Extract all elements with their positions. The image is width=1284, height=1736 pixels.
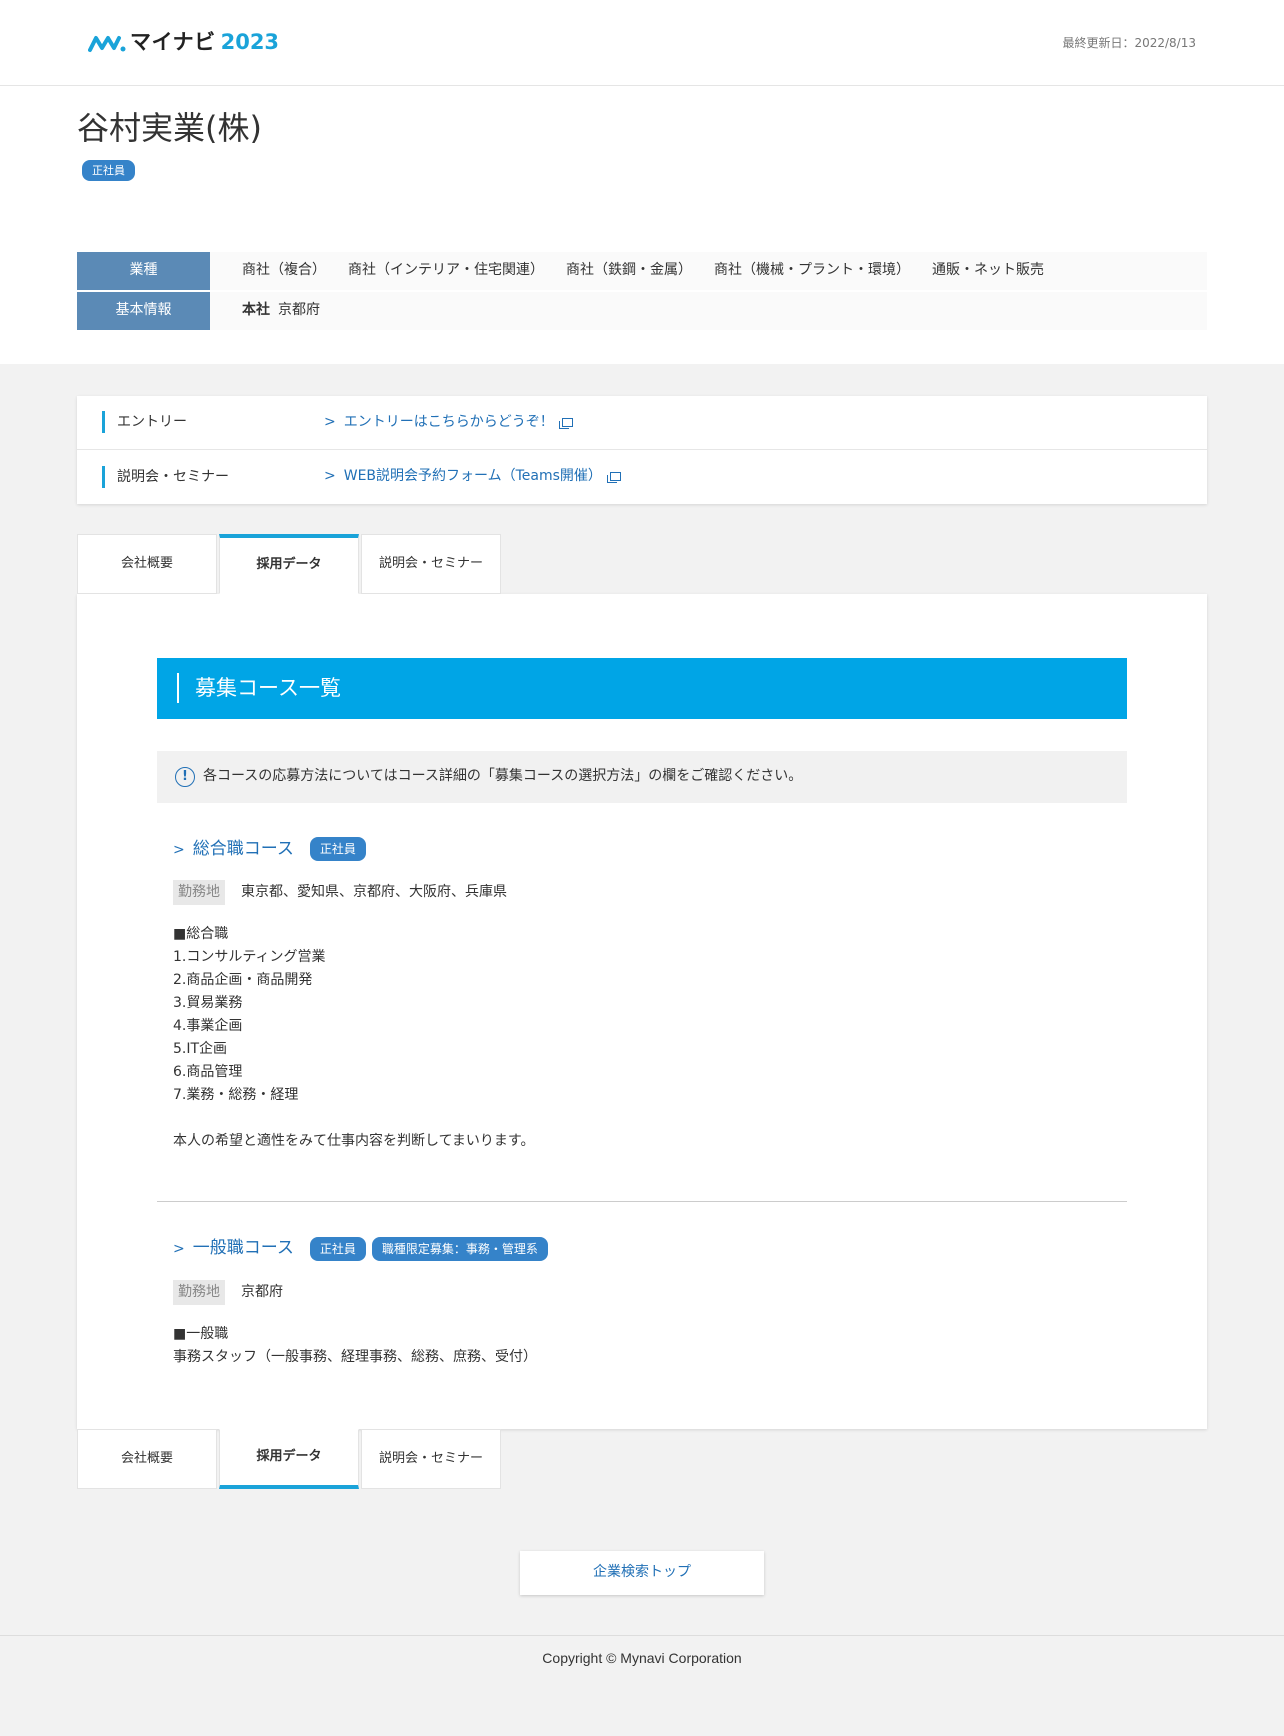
course-location: 勤務地 東京都、愛知県、京都府、大阪府、兵庫県 (173, 880, 1111, 906)
company-name: 谷村実業(株) (77, 109, 262, 147)
last-updated: 最終更新日：2022/8/13 (1062, 35, 1196, 50)
course-badge: 正社員 (309, 1236, 366, 1261)
industry-label: 業種 (77, 251, 210, 292)
employment-badge: 正社員 (82, 159, 135, 181)
seminar-label: 説明会・セミナー (102, 465, 324, 488)
course-title-link[interactable]: > 総合職コース (173, 837, 294, 863)
location-label: 勤務地 (173, 1279, 225, 1305)
industry-item: 通販・ネット販売 (932, 262, 1044, 279)
bottom-nav: 企業検索トップ (0, 1489, 1284, 1635)
seminar-row: 説明会・セミナー > WEB説明会予約フォーム（Teams開催） (77, 450, 1207, 504)
basic-info-label: 基本情報 (77, 291, 210, 332)
mynavi-logo[interactable]: マイナビ 2023 (88, 27, 279, 59)
copyright: Copyright © Mynavi Corporation (542, 1650, 742, 1667)
tab-company-overview[interactable]: 会社概要 (77, 1428, 217, 1489)
notice-box: ! 各コースの応募方法についてはコース詳細の「募集コースの選択方法」の欄をご確認… (157, 750, 1127, 803)
course-item: > 総合職コース 正社員 勤務地 東京都、愛知県、京都府、大阪府、兵庫県 ■総合職… (157, 803, 1127, 1154)
industry-values: 商社（複合） 商社（インテリア・住宅関連） 商社（鉄鋼・金属） 商社（機械・プラ… (210, 251, 1207, 292)
tab-bar-bottom: 会社概要 採用データ 説明会・セミナー (77, 1428, 1207, 1489)
course-description: ■一般職 事務スタッフ（一般事務、経理事務、総務、庶務、受付） (173, 1325, 537, 1365)
course-badge: 正社員 (309, 837, 366, 862)
logo-year: 2023 (220, 29, 280, 54)
tab-company-overview[interactable]: 会社概要 (77, 533, 217, 594)
hq-label: 本社 (242, 302, 270, 319)
chevron-right-icon: > (173, 1241, 185, 1258)
industry-row: 業種 商社（複合） 商社（インテリア・住宅関連） 商社（鉄鋼・金属） 商社（機械… (77, 251, 1207, 292)
industry-item: 商社（インテリア・住宅関連） (348, 262, 544, 279)
course-header: > 一般職コース 正社員 職種限定募集：事務・管理系 (173, 1236, 1111, 1262)
course-title-text: 一般職コース (192, 1238, 294, 1259)
entry-row: エントリー > エントリーはこちらからどうぞ！ (77, 396, 1207, 450)
main-content: エントリー > エントリーはこちらからどうぞ！ 説明会・セミナー > WEB説明… (0, 364, 1284, 1489)
industry-item: 商社（複合） (242, 262, 326, 279)
location-value: 東京都、愛知県、京都府、大阪府、兵庫県 (241, 884, 507, 901)
action-links: エントリー > エントリーはこちらからどうぞ！ 説明会・セミナー > WEB説明… (77, 395, 1207, 504)
notice-text: 各コースの応募方法についてはコース詳細の「募集コースの選択方法」の欄をご確認くだ… (203, 768, 803, 785)
course-description: ■総合職 1.コンサルティング営業 2.商品企画・商品開発 3.貿易業務 4.事… (173, 926, 535, 1150)
course-title-link[interactable]: > 一般職コース (173, 1236, 294, 1262)
section-title-text: 募集コース一覧 (177, 673, 341, 704)
footer: Copyright © Mynavi Corporation (0, 1634, 1284, 1682)
course-header: > 総合職コース 正社員 (173, 837, 1111, 863)
industry-item: 商社（機械・プラント・環境） (714, 262, 910, 279)
company-search-top-button[interactable]: 企業検索トップ (520, 1550, 764, 1595)
company-header: 谷村実業(株) 正社員 (0, 86, 1284, 181)
seminar-link-text: WEB説明会予約フォーム（Teams開催） (343, 468, 602, 485)
external-window-icon (558, 417, 573, 429)
section-title: 募集コース一覧 (157, 657, 1127, 719)
course-title-text: 総合職コース (192, 838, 294, 859)
basic-info-values: 本社 京都府 (210, 291, 1207, 332)
entry-link-text: エントリーはこちらからどうぞ！ (343, 413, 554, 430)
course-location: 勤務地 京都府 (173, 1279, 1111, 1305)
company-info-table: 業種 商社（複合） 商社（インテリア・住宅関連） 商社（鉄鋼・金属） 商社（機械… (77, 251, 1207, 332)
info-icon: ! (175, 766, 195, 787)
chevron-right-icon: > (324, 468, 336, 485)
entry-label: エントリー (102, 411, 324, 434)
chevron-right-icon: > (324, 413, 336, 430)
seminar-link[interactable]: > WEB説明会予約フォーム（Teams開催） (324, 466, 621, 487)
hq-value: 京都府 (278, 302, 320, 319)
mynavi-logo-icon (88, 35, 126, 52)
location-label: 勤務地 (173, 880, 225, 906)
tab-recruitment-data[interactable]: 採用データ (219, 533, 359, 594)
industry-item: 商社（鉄鋼・金属） (566, 262, 692, 279)
top-area: マイナビ 2023 最終更新日：2022/8/13 谷村実業(株) 正社員 業種… (0, 0, 1284, 364)
chevron-right-icon: > (173, 841, 185, 858)
tab-bar-top: 会社概要 採用データ 説明会・セミナー (77, 533, 1207, 594)
course-badge: 職種限定募集：事務・管理系 (371, 1236, 548, 1261)
external-window-icon (606, 472, 621, 484)
tab-recruitment-data[interactable]: 採用データ (219, 1428, 359, 1489)
logo-text: マイナビ (130, 29, 216, 54)
site-header: マイナビ 2023 最終更新日：2022/8/13 (0, 0, 1284, 86)
entry-link[interactable]: > エントリーはこちらからどうぞ！ (324, 412, 573, 433)
basic-info-row: 基本情報 本社 京都府 (77, 291, 1207, 332)
course-item: > 一般職コース 正社員 職種限定募集：事務・管理系 勤務地 京都府 ■一般職 事… (157, 1202, 1127, 1369)
tab-seminar[interactable]: 説明会・セミナー (361, 533, 501, 594)
recruitment-panel: 募集コース一覧 ! 各コースの応募方法についてはコース詳細の「募集コースの選択方… (77, 593, 1207, 1429)
tab-seminar[interactable]: 説明会・セミナー (361, 1428, 501, 1489)
location-value: 京都府 (241, 1283, 283, 1300)
